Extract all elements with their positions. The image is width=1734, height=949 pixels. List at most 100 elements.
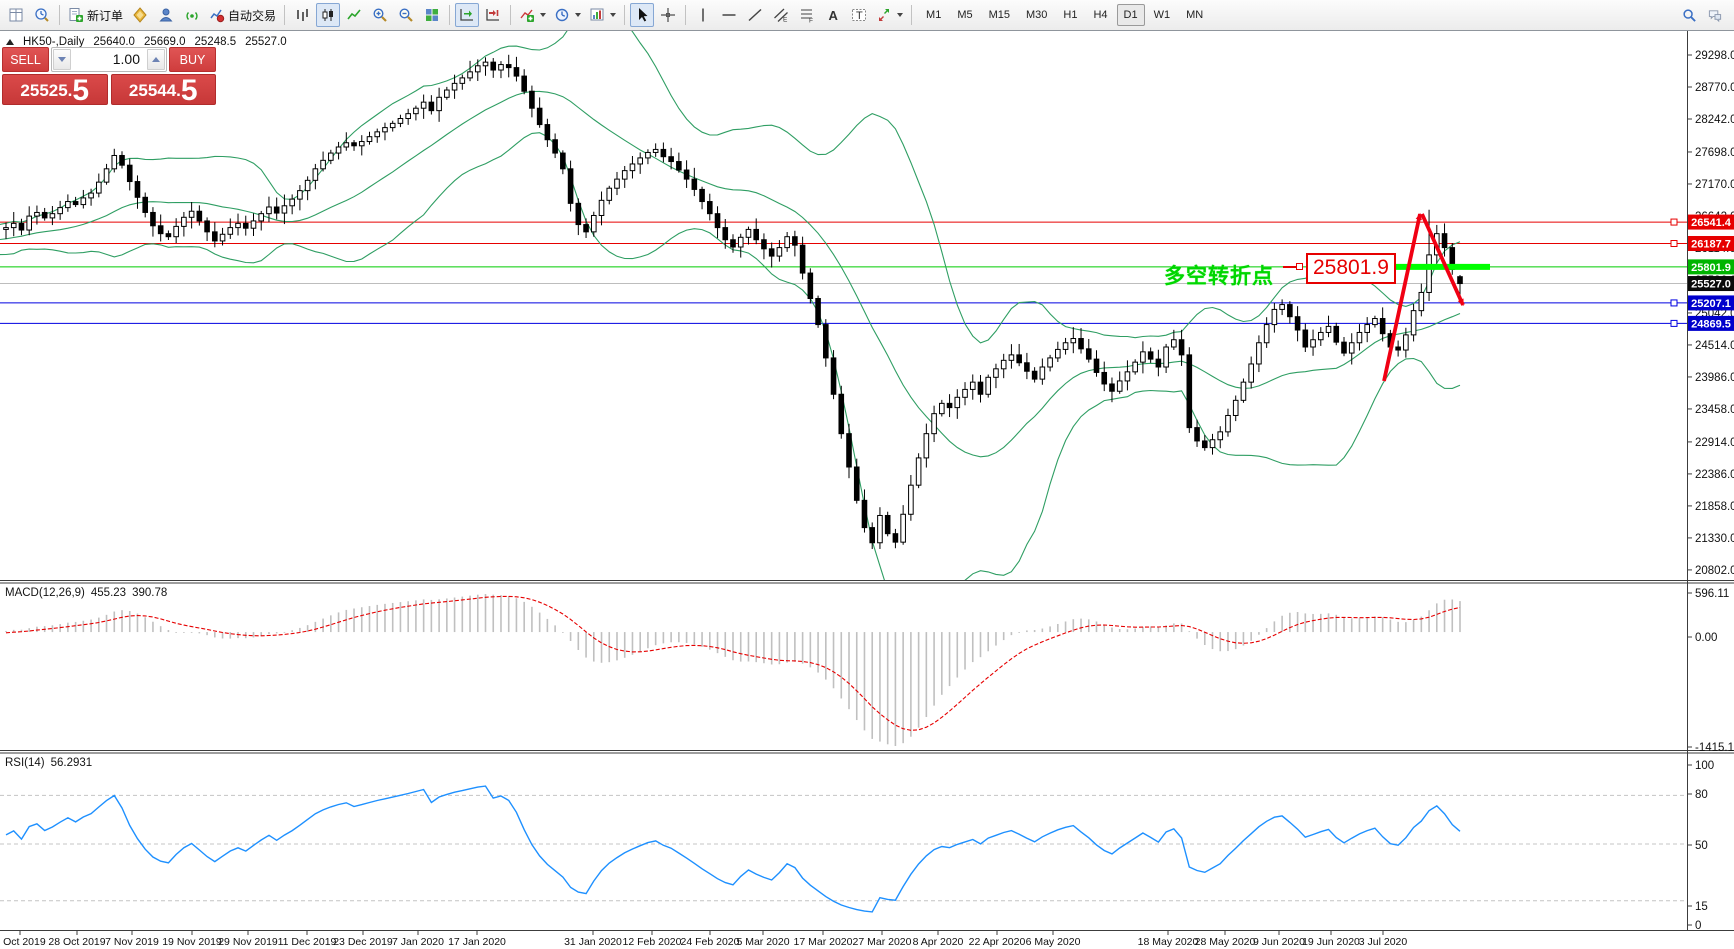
macd-histogram-bar — [531, 607, 533, 632]
line-handle[interactable] — [1671, 241, 1677, 247]
candlestick — [545, 125, 550, 140]
chart-shift-button[interactable] — [481, 3, 505, 27]
macd-histogram-bar — [987, 632, 989, 651]
line-handle[interactable] — [1671, 219, 1677, 225]
price-callout-box[interactable]: 25801.9 — [1306, 253, 1396, 284]
line-handle[interactable] — [1671, 320, 1677, 326]
timeframe-h4[interactable]: H4 — [1086, 4, 1114, 26]
line-handle[interactable] — [1671, 300, 1677, 306]
callout-handle[interactable] — [1296, 263, 1303, 270]
arrows-icon — [876, 7, 892, 23]
chat-button[interactable] — [1703, 3, 1727, 27]
callout-connector — [1283, 266, 1296, 268]
candlestick — [762, 240, 767, 249]
terminal-button[interactable] — [154, 3, 178, 27]
timeframe-d1[interactable]: D1 — [1117, 4, 1145, 26]
tile-windows-button[interactable] — [420, 3, 444, 27]
candlestick — [932, 414, 937, 434]
candlestick — [1249, 364, 1254, 382]
macd-histogram-bar — [492, 595, 494, 632]
candlestick — [1110, 384, 1115, 391]
macd-histogram-bar — [794, 632, 796, 662]
timeframe-mn[interactable]: MN — [1179, 4, 1210, 26]
indicators-button[interactable] — [516, 3, 549, 27]
sell-button[interactable]: SELL — [2, 47, 49, 72]
cursor-button[interactable] — [630, 3, 654, 27]
date-tick-label: 7 Nov 2019 — [105, 936, 159, 948]
macd-histogram-bar — [1397, 622, 1399, 632]
chart-candles-button[interactable] — [316, 3, 340, 27]
macd-histogram-bar — [1219, 632, 1221, 651]
candlestick — [1280, 305, 1285, 310]
equidistant-channel-button[interactable]: E — [769, 3, 793, 27]
trendline-button[interactable] — [743, 3, 767, 27]
candlestick — [1349, 343, 1354, 353]
zoom-in-icon — [372, 7, 388, 23]
candlestick — [816, 299, 821, 325]
collapse-triangle-icon[interactable] — [6, 39, 14, 45]
trend-arrow[interactable] — [1384, 214, 1420, 381]
candlestick — [963, 389, 968, 397]
arrows-button[interactable] — [873, 3, 906, 27]
market-watch-button[interactable] — [4, 3, 28, 27]
strategy-tester-button[interactable] — [30, 3, 54, 27]
crosshair-button[interactable] — [656, 3, 680, 27]
candlestick — [878, 515, 883, 542]
svg-text:E: E — [783, 17, 788, 24]
macd-histogram-bar — [833, 632, 835, 688]
chart-bars-button[interactable] — [290, 3, 314, 27]
zoom-out-button[interactable] — [394, 3, 418, 27]
timeframe-m30[interactable]: M30 — [1019, 4, 1054, 26]
auto-scroll-button[interactable] — [455, 3, 479, 27]
text-label-button[interactable]: T — [847, 3, 871, 27]
macd-histogram-bar — [477, 595, 479, 632]
timeframe-m1[interactable]: M1 — [919, 4, 948, 26]
chevron-down-icon[interactable] — [540, 13, 546, 17]
vertical-line-button[interactable] — [691, 3, 715, 27]
templates-button[interactable] — [586, 3, 619, 27]
volume-input[interactable]: 1.00 — [72, 48, 146, 71]
macd-histogram-bar — [268, 632, 270, 634]
buy-price-main: 25544. — [129, 81, 181, 104]
pivot-annotation-text[interactable]: 多空转折点 — [1164, 260, 1274, 290]
candlestick — [58, 208, 63, 214]
signals-button[interactable] — [180, 3, 204, 27]
date-tick-label: 29 Nov 2019 — [218, 936, 278, 948]
new-order-button[interactable]: 新订单 — [65, 3, 126, 27]
date-tick-label: 8 Apr 2020 — [913, 936, 964, 948]
market-watch-icon — [8, 7, 24, 23]
chevron-down-icon[interactable] — [610, 13, 616, 17]
macd-histogram-bar — [879, 632, 881, 742]
timeframe-m5[interactable]: M5 — [950, 4, 979, 26]
buy-price[interactable]: 25544.5 — [111, 74, 217, 105]
chevron-down-icon[interactable] — [897, 13, 903, 17]
auto-trading-button[interactable]: 自动交易 — [206, 3, 279, 27]
zoom-in-button[interactable] — [368, 3, 392, 27]
search-button[interactable] — [1677, 3, 1701, 27]
periods-button[interactable] — [551, 3, 584, 27]
macd-histogram-bar — [1119, 629, 1121, 632]
buy-button[interactable]: BUY — [169, 47, 216, 72]
timeframe-m15[interactable]: M15 — [982, 4, 1017, 26]
timeframe-w1[interactable]: W1 — [1147, 4, 1178, 26]
macd-histogram-bar — [1111, 628, 1113, 633]
chart-line-button[interactable] — [342, 3, 366, 27]
candlestick — [599, 200, 604, 215]
volume-decrease-button[interactable] — [53, 49, 71, 70]
macd-histogram-bar — [539, 613, 541, 632]
candlestick — [1442, 234, 1447, 248]
horizontal-line-button[interactable] — [717, 3, 741, 27]
metaeditor-button[interactable] — [128, 3, 152, 27]
sell-price[interactable]: 25525.5 — [2, 74, 108, 105]
fibonacci-button[interactable]: F — [795, 3, 819, 27]
candlestick — [553, 140, 558, 153]
candlestick — [112, 155, 117, 168]
chevron-down-icon[interactable] — [575, 13, 581, 17]
volume-increase-button[interactable] — [147, 49, 165, 70]
candlestick — [89, 193, 94, 198]
timeframe-h1[interactable]: H1 — [1056, 4, 1084, 26]
macd-histogram-bar — [1297, 612, 1299, 632]
macd-signal-value: 390.78 — [132, 587, 167, 599]
text-button[interactable]: A — [821, 3, 845, 27]
macd-histogram-bar — [1359, 618, 1361, 632]
